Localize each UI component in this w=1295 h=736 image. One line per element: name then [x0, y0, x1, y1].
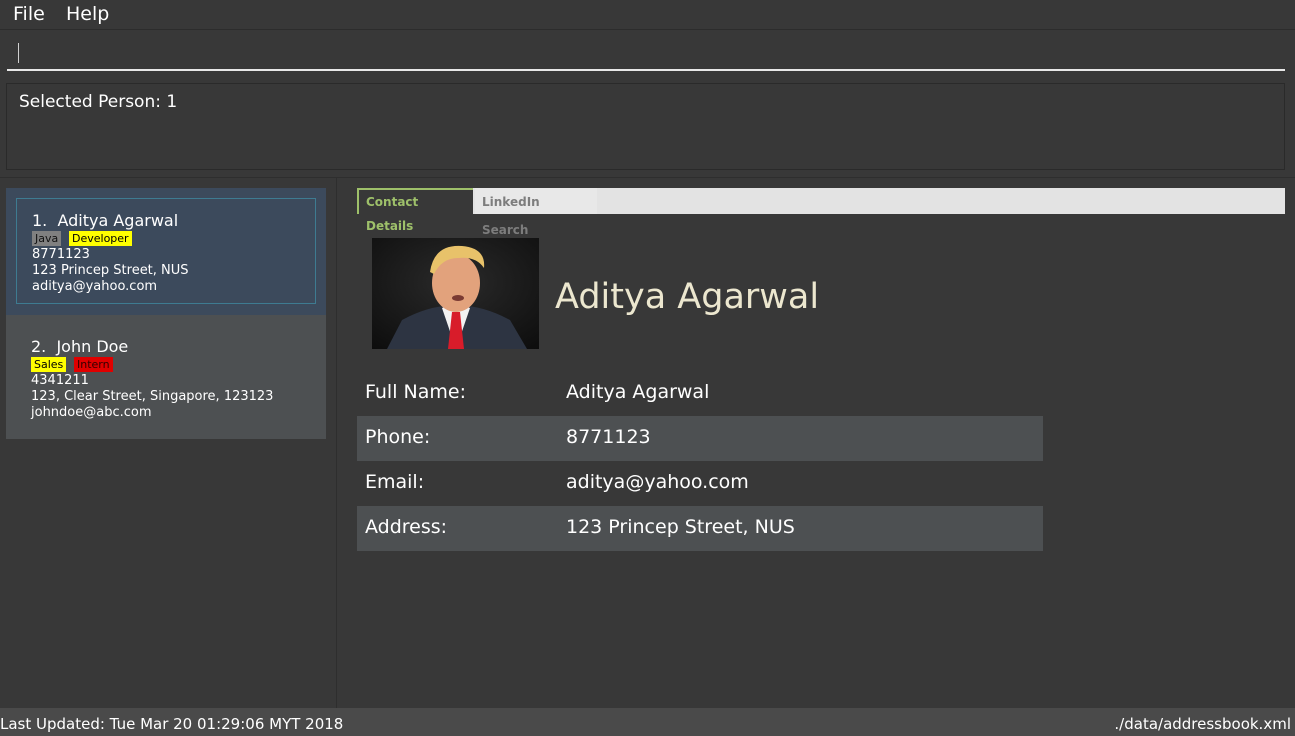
menu-file[interactable]: File [13, 3, 45, 25]
tab-contact-details[interactable]: Contact Details [357, 188, 473, 233]
tag-label: Intern [74, 357, 113, 372]
person-phone: 4341211 [31, 373, 89, 388]
status-bar: Last Updated: Tue Mar 20 01:29:06 MYT 20… [0, 708, 1295, 736]
result-text: Selected Person: 1 [19, 92, 178, 112]
person-card[interactable]: 1. Aditya Agarwal Java Developer 8771123… [6, 188, 326, 315]
detail-label: Full Name: [365, 381, 466, 403]
details-row: Phone: 8771123 [357, 416, 1043, 461]
last-updated-status: Last Updated: Tue Mar 20 01:29:06 MYT 20… [0, 715, 344, 733]
vertical-divider [336, 178, 337, 708]
person-email: johndoe@abc.com [31, 405, 152, 420]
person-email: aditya@yahoo.com [32, 279, 158, 294]
command-box-area [0, 31, 1295, 77]
details-table: Full Name: Aditya Agarwal Phone: 8771123… [357, 371, 1043, 551]
command-input[interactable] [7, 35, 1285, 71]
detail-label: Phone: [365, 426, 431, 448]
person-index: 2. [31, 337, 47, 356]
text-caret [18, 43, 19, 63]
person-address: 123 Princep Street, NUS [32, 263, 189, 278]
detail-value: aditya@yahoo.com [566, 471, 749, 493]
person-name: Aditya Agarwal [57, 211, 179, 230]
person-card-name: 2. John Doe [31, 337, 128, 356]
menu-help[interactable]: Help [66, 3, 109, 25]
person-card-name: 1. Aditya Agarwal [32, 211, 178, 230]
person-name: John Doe [56, 337, 129, 356]
details-row: Full Name: Aditya Agarwal [357, 371, 1043, 416]
person-photo [372, 238, 539, 349]
person-list-panel[interactable]: 1. Aditya Agarwal Java Developer 8771123… [0, 178, 336, 708]
detail-value: 8771123 [566, 426, 651, 448]
save-location-status: ./data/addressbook.xml [1114, 715, 1291, 733]
menu-bar: File Help [0, 0, 1295, 30]
detail-person-name: Aditya Agarwal [555, 277, 820, 317]
tag-label: Java [32, 231, 62, 246]
detail-label: Address: [365, 516, 448, 538]
person-address: 123, Clear Street, Singapore, 123123 [31, 389, 274, 404]
person-phone: 8771123 [32, 247, 90, 262]
tab-linkedin-search[interactable]: LinkedIn Search [475, 188, 597, 237]
result-display: Selected Person: 1 [6, 83, 1285, 170]
details-row: Email: aditya@yahoo.com [357, 461, 1043, 506]
detail-label: Email: [365, 471, 425, 493]
tag-label: Sales [31, 357, 67, 372]
person-photo-image [372, 238, 539, 349]
tag-label: Developer [69, 231, 132, 246]
details-row: Address: 123 Princep Street, NUS [357, 506, 1043, 551]
detail-value: 123 Princep Street, NUS [566, 516, 795, 538]
detail-value: Aditya Agarwal [566, 381, 710, 403]
tab-bar: Contact Details LinkedIn Search [357, 188, 1285, 237]
person-card[interactable]: 2. John Doe Sales Intern 4341211 123, Cl… [6, 315, 326, 439]
person-index: 1. [32, 211, 48, 230]
